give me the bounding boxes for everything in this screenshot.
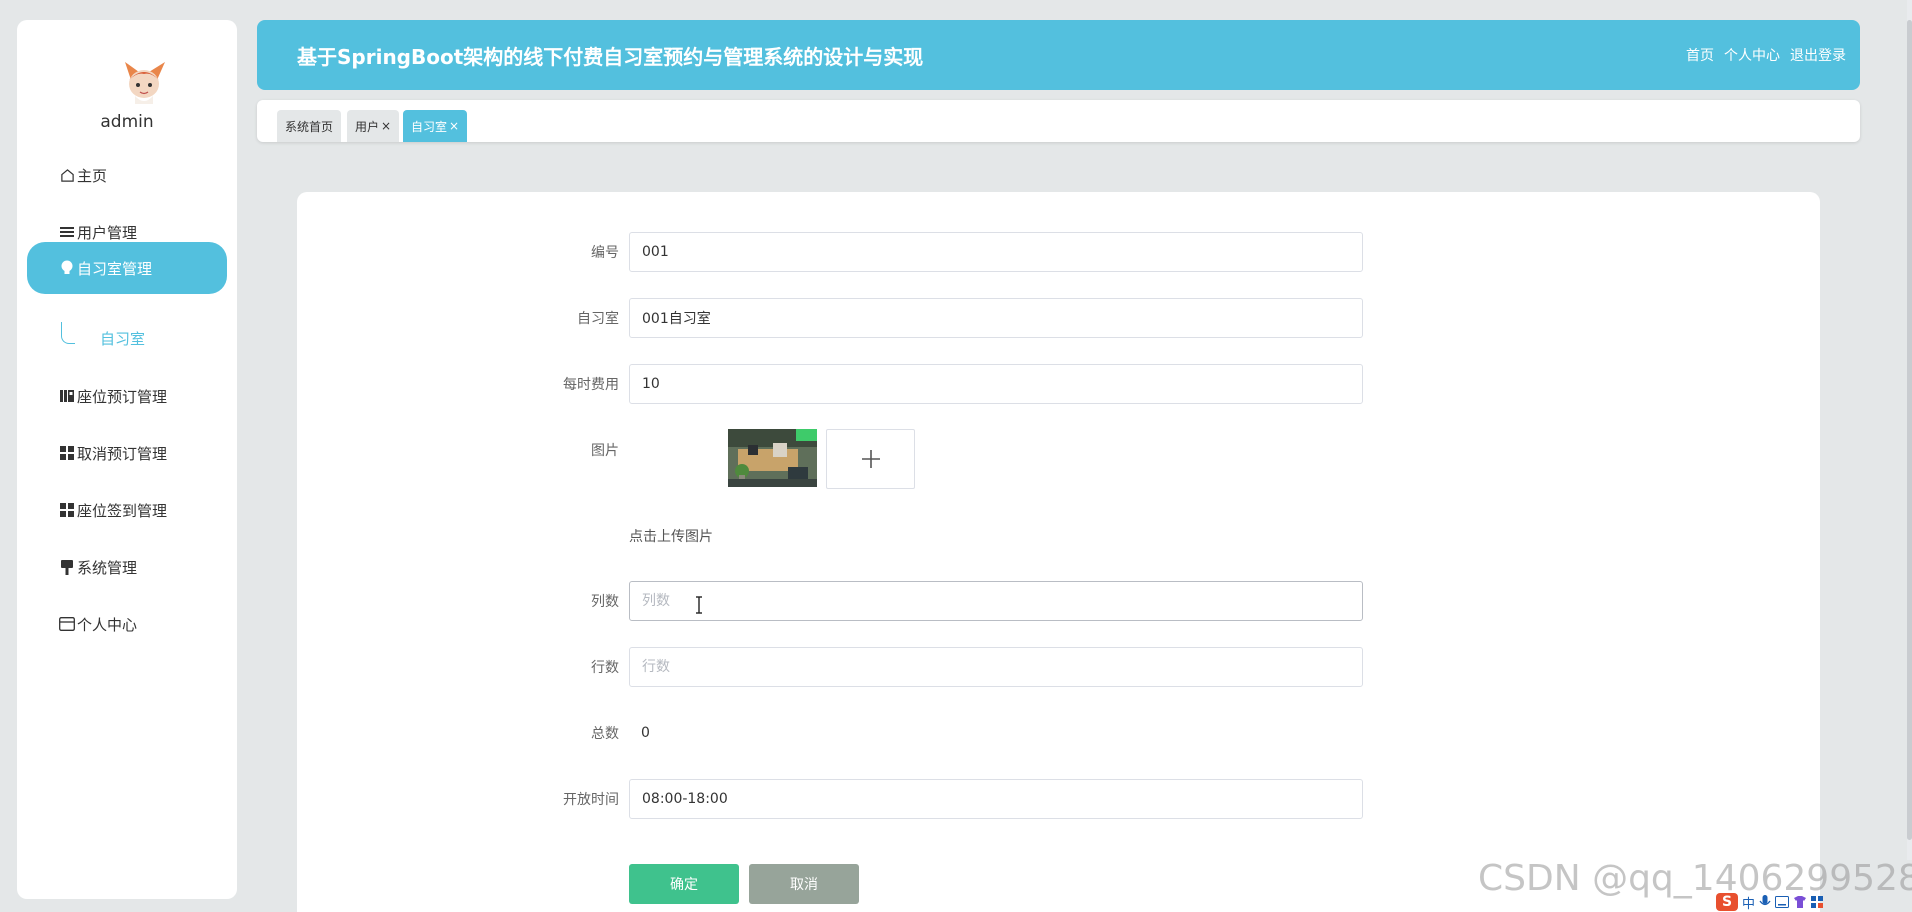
menu-item-label: 系统管理 bbox=[77, 558, 138, 577]
sidebar: admin 主页 用户管理 自习室管理 自习室 座位预订管理 取消预订管理 座位… bbox=[17, 20, 237, 899]
form-row-number: 编号 bbox=[297, 232, 1820, 272]
field-label: 行数 bbox=[591, 660, 619, 676]
menu-item-label: 座位预订管理 bbox=[77, 387, 168, 406]
submenu-item-study-room[interactable]: 自习室 bbox=[100, 328, 145, 349]
card-icon bbox=[59, 616, 75, 632]
nav-logout-link[interactable]: 退出登录 bbox=[1790, 45, 1846, 65]
bulb-icon bbox=[59, 260, 75, 276]
form-row-columns: 列数 bbox=[297, 581, 1820, 621]
top-header: 基于SpringBoot架构的线下付费自习室预约与管理系统的设计与实现 首页 个… bbox=[257, 20, 1860, 90]
form-card: 编号 自习室 每时费用 图片 点击上传图片 列数 bbox=[297, 192, 1820, 912]
upload-hint: 点击上传图片 bbox=[629, 529, 713, 545]
tab-users[interactable]: 用户 × bbox=[347, 110, 400, 142]
page-title: 基于SpringBoot架构的线下付费自习室预约与管理系统的设计与实现 bbox=[297, 44, 924, 69]
form-row-image: 图片 bbox=[297, 430, 1820, 470]
field-label: 开放时间 bbox=[563, 792, 619, 808]
header-nav: 首页 个人中心 退出登录 bbox=[1686, 20, 1846, 90]
menu-item-label: 座位签到管理 bbox=[77, 501, 168, 520]
menu-item-label: 个人中心 bbox=[77, 615, 138, 634]
list-icon bbox=[59, 224, 75, 240]
ime-logo-icon[interactable]: S bbox=[1716, 893, 1738, 911]
avatar[interactable] bbox=[121, 58, 167, 108]
tab-study-room[interactable]: 自习室 × bbox=[403, 110, 468, 142]
nav-home-link[interactable]: 首页 bbox=[1686, 45, 1714, 65]
field-label: 图片 bbox=[591, 443, 619, 459]
tool-icon bbox=[59, 559, 75, 575]
close-icon[interactable]: × bbox=[381, 119, 391, 133]
field-label: 每时费用 bbox=[563, 377, 619, 393]
form-row-total: 总数 0 bbox=[297, 713, 1820, 753]
menu-item-label: 用户管理 bbox=[77, 223, 138, 242]
menu-item-profile[interactable]: 个人中心 bbox=[27, 598, 227, 650]
field-label: 自习室 bbox=[577, 311, 619, 327]
page-scrollbar[interactable] bbox=[1907, 0, 1912, 860]
form-row-room: 自习室 bbox=[297, 298, 1820, 338]
field-label: 编号 bbox=[591, 245, 619, 261]
scrollbar-thumb[interactable] bbox=[1907, 20, 1912, 840]
plus-icon bbox=[861, 450, 880, 468]
uploaded-image-thumbnail[interactable] bbox=[728, 429, 817, 487]
grid-icon bbox=[59, 502, 75, 518]
keyboard-icon[interactable] bbox=[1775, 896, 1790, 908]
microphone-icon[interactable] bbox=[1759, 895, 1771, 909]
nav-profile-link[interactable]: 个人中心 bbox=[1724, 45, 1780, 65]
tab-label: 自习室 bbox=[411, 119, 448, 134]
room-name-input[interactable] bbox=[629, 298, 1363, 338]
rows-input[interactable] bbox=[629, 647, 1363, 687]
home-icon bbox=[59, 167, 75, 183]
menu-item-label: 自习室管理 bbox=[77, 259, 153, 278]
ime-mode-label[interactable]: 中 bbox=[1742, 893, 1755, 912]
field-label: 总数 bbox=[591, 726, 619, 742]
menu-item-label: 主页 bbox=[77, 166, 108, 185]
username: admin bbox=[100, 112, 154, 132]
text-cursor-icon bbox=[696, 596, 702, 614]
menu-item-system[interactable]: 系统管理 bbox=[27, 541, 227, 593]
total-value: 0 bbox=[641, 725, 650, 741]
close-icon[interactable]: × bbox=[449, 119, 459, 133]
field-label: 列数 bbox=[591, 594, 619, 610]
ime-toolbar: S 中 bbox=[1716, 892, 1912, 912]
cancel-button[interactable]: 取消 bbox=[749, 864, 859, 904]
columns-input[interactable] bbox=[629, 581, 1363, 621]
book-icon bbox=[59, 388, 75, 404]
open-hours-input[interactable] bbox=[629, 779, 1363, 819]
tabs-bar: 系统首页 用户 × 自习室 × bbox=[257, 100, 1860, 142]
menu-item-seat-checkin[interactable]: 座位签到管理 bbox=[27, 484, 227, 536]
grid-menu-icon[interactable] bbox=[1811, 896, 1824, 908]
hourly-fee-input[interactable] bbox=[629, 364, 1363, 404]
form-row-fee: 每时费用 bbox=[297, 364, 1820, 404]
tab-label: 用户 bbox=[355, 119, 380, 134]
form-row-rows: 行数 bbox=[297, 647, 1820, 687]
shirt-icon[interactable] bbox=[1793, 896, 1807, 908]
menu-item-home[interactable]: 主页 bbox=[27, 149, 227, 201]
grid-icon bbox=[59, 445, 75, 461]
tab-label: 系统首页 bbox=[285, 119, 334, 134]
tab-system-home[interactable]: 系统首页 bbox=[277, 110, 342, 142]
upload-image-button[interactable] bbox=[826, 429, 915, 489]
menu-item-cancel-booking[interactable]: 取消预订管理 bbox=[27, 427, 227, 479]
menu-item-label: 取消预订管理 bbox=[77, 444, 168, 463]
number-input[interactable] bbox=[629, 232, 1363, 272]
submenu-connector bbox=[61, 322, 75, 344]
menu-item-seat-booking[interactable]: 座位预订管理 bbox=[27, 370, 227, 422]
menu-item-study-room[interactable]: 自习室管理 bbox=[27, 242, 227, 294]
confirm-button[interactable]: 确定 bbox=[629, 864, 739, 904]
form-row-open-hours: 开放时间 bbox=[297, 779, 1820, 819]
